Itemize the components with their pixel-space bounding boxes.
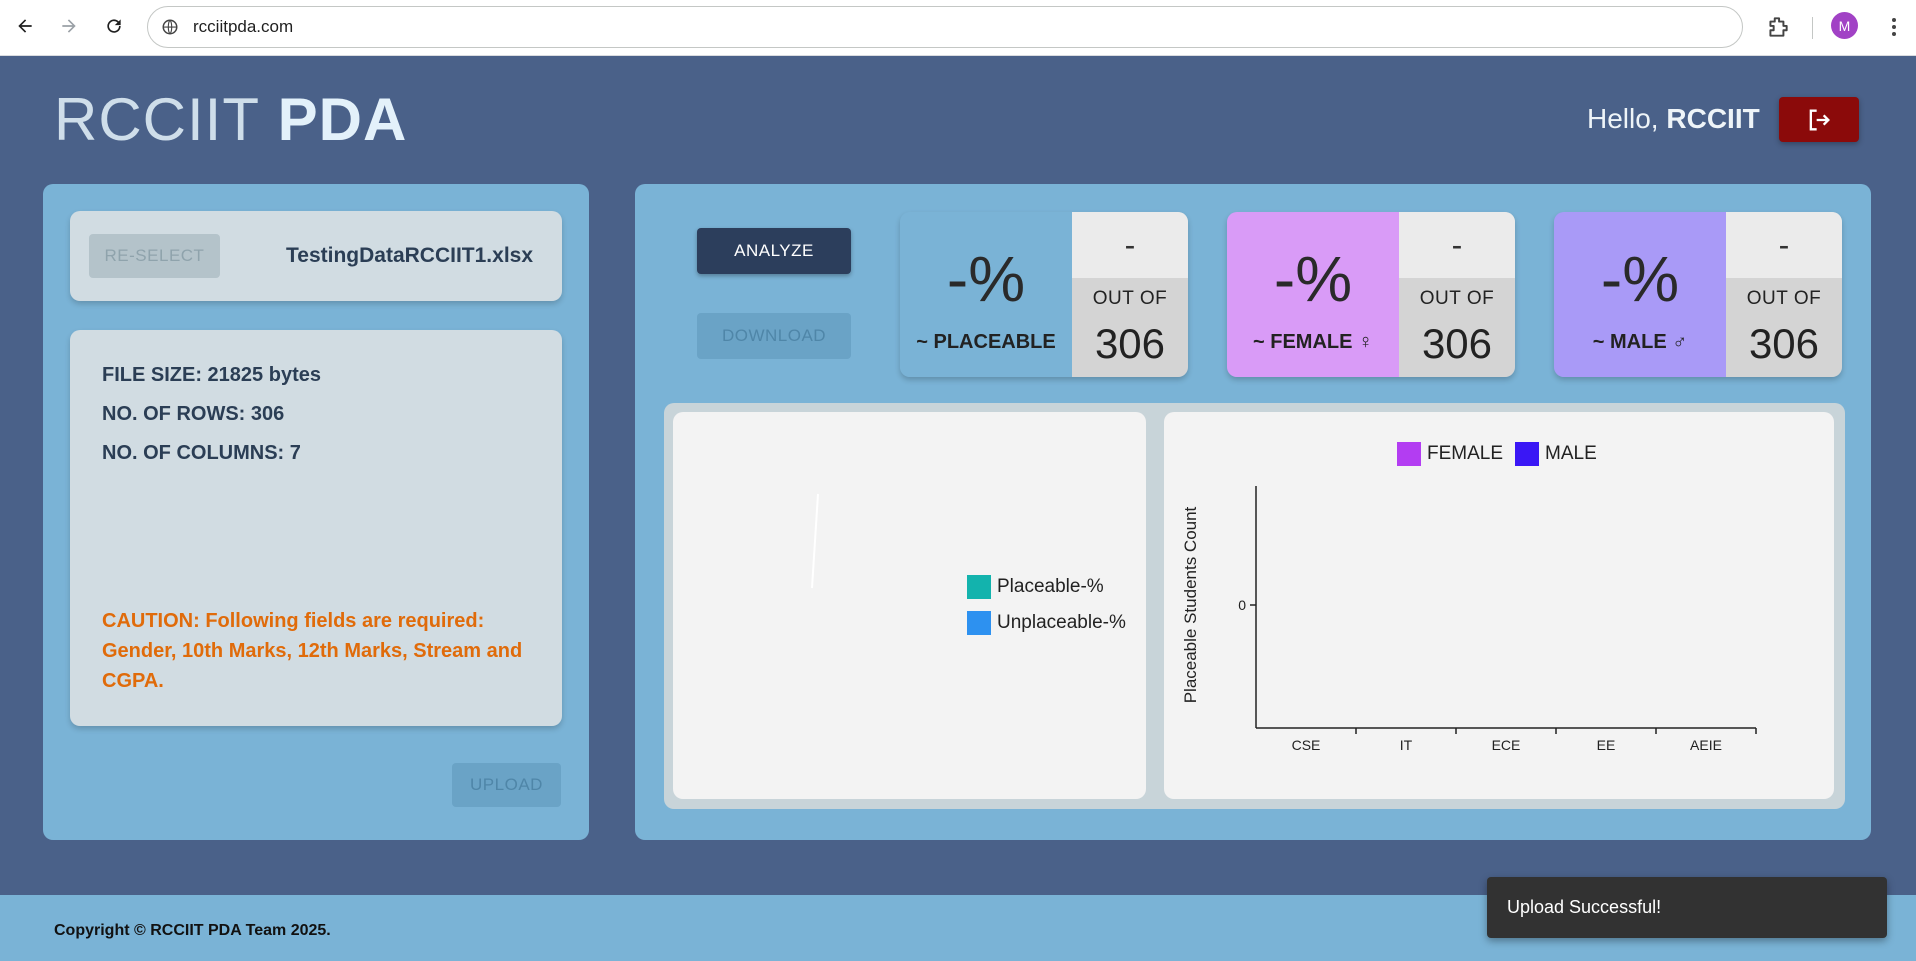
legend-placeable[interactable]: Placeable-% [967, 575, 1104, 599]
legend-label: Placeable-% [997, 576, 1104, 597]
logout-button[interactable] [1779, 97, 1859, 142]
upload-button[interactable]: UPLOAD [452, 763, 561, 807]
reload-button[interactable] [100, 12, 128, 40]
brand-suffix: PDA [277, 86, 408, 153]
back-button[interactable] [11, 12, 39, 40]
stat-total: 306 [1421, 320, 1493, 367]
y-axis-label: Placeable Students Count [1181, 506, 1200, 703]
stat-label: ~ PLACEABLE [916, 331, 1056, 353]
y-tick-label: 0 [1238, 597, 1246, 613]
column-count: NO. OF COLUMNS: 7 [102, 442, 301, 464]
legend-unplaceable[interactable]: Unplaceable-% [967, 611, 1126, 635]
legend-label: Unplaceable-% [997, 612, 1126, 633]
upload-toast: Upload Successful! [1487, 877, 1887, 938]
gender-bar-chart: FEMALE MALE Placeable Students Count 0 C… [1164, 412, 1834, 799]
stat-percent: -% [1600, 243, 1680, 315]
stat-label: ~ FEMALE ♀ [1252, 331, 1373, 353]
stat-out-of: OUT OF [1419, 288, 1495, 309]
arrow-right-icon [62, 19, 76, 33]
analyze-button[interactable]: ANALYZE [697, 228, 851, 274]
file-info-card: FILE SIZE: 21825 bytes NO. OF ROWS: 306 … [70, 330, 562, 726]
pie-canvas [811, 493, 819, 589]
app-logo: RCCIIT PDA [54, 85, 407, 154]
legend-swatch [967, 611, 991, 635]
bar-canvas: Placeable Students Count 0 CSE IT ECE EE AEI… [1181, 486, 1757, 753]
charts-container: Placeable-% Unplaceable-% FEMALE MALE Pl… [664, 403, 1845, 809]
profile-avatar[interactable]: M [1831, 12, 1858, 39]
url-text: rcciitpda.com [193, 17, 294, 36]
x-tick-label: CSE [1292, 737, 1321, 753]
user-name: RCCIIT [1666, 103, 1760, 134]
legend-swatch [967, 575, 991, 599]
stat-out-of: OUT OF [1092, 288, 1168, 309]
female-stat-card: -% ~ FEMALE ♀ - OUT OF 306 [1227, 212, 1515, 377]
brand-name: RCCIIT [54, 86, 260, 153]
reload-icon [107, 19, 121, 33]
x-tick-label: IT [1400, 737, 1413, 753]
stat-percent: -% [946, 243, 1026, 315]
upload-panel: RE-SELECT TestingDataRCCIIT1.xlsx FILE S… [43, 184, 589, 840]
file-select-card: RE-SELECT TestingDataRCCIIT1.xlsx [70, 211, 562, 301]
stat-label: ~ MALE ♂ [1592, 331, 1688, 353]
reselect-button[interactable]: RE-SELECT [89, 234, 220, 278]
browser-toolbar: rcciitpda.com M [0, 0, 1916, 56]
stat-main: -% ~ PLACEABLE [900, 212, 1072, 377]
x-tick-label: EE [1597, 737, 1616, 753]
download-button[interactable]: DOWNLOAD [697, 313, 851, 359]
stat-side: - OUT OF 306 [1072, 212, 1188, 377]
toolbar-divider [1812, 17, 1813, 39]
placement-pie-chart: Placeable-% Unplaceable-% [673, 412, 1146, 799]
x-tick-label: AEIE [1690, 737, 1722, 753]
stat-out-of: OUT OF [1746, 288, 1822, 309]
stat-total: 306 [1748, 320, 1820, 367]
user-greeting: Hello, RCCIIT [1587, 103, 1760, 135]
greeting-prefix: Hello, [1587, 103, 1659, 134]
stat-main: -% ~ FEMALE ♀ [1227, 212, 1399, 377]
caution-text: CAUTION: Following fields are required: … [102, 610, 523, 692]
stat-count: - [1072, 212, 1188, 278]
y-ticks: 0 [1238, 597, 1256, 613]
file-name: TestingDataRCCIIT1.xlsx [286, 244, 534, 267]
x-tick-label: ECE [1492, 737, 1521, 753]
pie-slice-edge [811, 493, 819, 589]
site-info-icon[interactable] [160, 17, 180, 37]
logout-icon [1809, 109, 1830, 130]
male-stat-card: -% ~ MALE ♂ - OUT OF 306 [1554, 212, 1842, 377]
stat-count: - [1399, 212, 1515, 278]
stat-total: 306 [1094, 320, 1166, 367]
x-ticks: CSE IT ECE EE AEIE [1292, 728, 1757, 753]
row-count: NO. OF ROWS: 306 [102, 403, 285, 425]
browser-menu-icon[interactable] [1884, 14, 1904, 40]
stat-percent: -% [1273, 243, 1353, 315]
stat-count: - [1726, 212, 1842, 278]
stat-side: - OUT OF 306 [1399, 212, 1515, 377]
analysis-panel: ANALYZE DOWNLOAD -% ~ PLACEABLE - OUT OF… [635, 184, 1871, 840]
extensions-icon[interactable] [1765, 14, 1791, 40]
address-bar[interactable]: rcciitpda.com [147, 6, 1743, 48]
arrow-left-icon [18, 19, 32, 33]
copyright-text: Copyright © RCCIIT PDA Team 2025. [54, 922, 331, 939]
placeable-stat-card: -% ~ PLACEABLE - OUT OF 306 [900, 212, 1188, 377]
file-size: FILE SIZE: 21825 bytes [102, 364, 321, 386]
forward-button[interactable] [55, 12, 83, 40]
stat-main: -% ~ MALE ♂ [1554, 212, 1726, 377]
stat-side: - OUT OF 306 [1726, 212, 1842, 377]
